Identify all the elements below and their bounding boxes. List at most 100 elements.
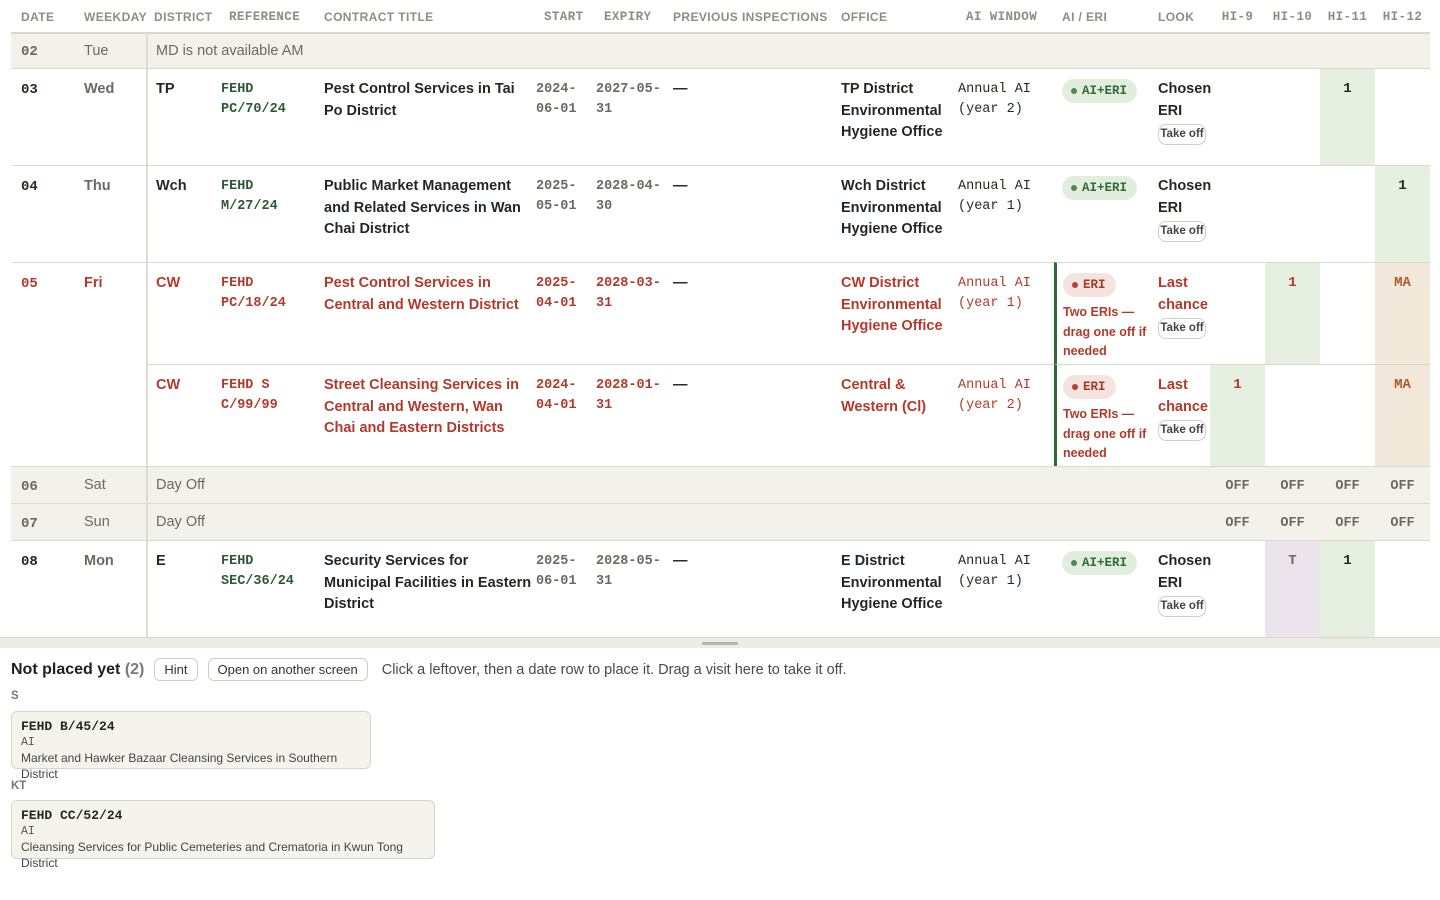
ai-eri-cell: ERI Two ERIs — drag one off if needed [1054, 262, 1150, 364]
col-header-weekday[interactable]: WEEKDAY [76, 0, 147, 34]
hi10-cell[interactable] [1265, 165, 1320, 262]
hi10-cell[interactable]: T [1265, 540, 1320, 637]
hi10-cell[interactable] [1265, 364, 1320, 466]
date-cell[interactable]: 06 [11, 466, 76, 503]
hi10-cell[interactable]: 1 [1265, 262, 1320, 364]
col-header-reference[interactable]: REFERENCE [221, 0, 316, 34]
weekday-cell: Sun [76, 503, 146, 540]
date-cell[interactable]: 05 [11, 262, 76, 466]
reference-cell[interactable]: FEHD SEC/36/24 [221, 540, 316, 637]
col-header-start[interactable]: START [536, 0, 596, 34]
col-header-ai-window[interactable]: AI WINDOW [958, 0, 1054, 34]
contract-title-cell: Street Cleansing Services in Central and… [316, 364, 536, 466]
panel-resize-splitter[interactable] [0, 637, 1440, 648]
hint-button[interactable]: Hint [154, 658, 198, 681]
col-header-hi12[interactable]: HI-12 [1375, 0, 1430, 34]
group-label-kt: KT [11, 780, 27, 792]
leftover-card[interactable]: FEHD B/45/24 AI Market and Hawker Bazaar… [11, 711, 371, 781]
col-header-ai-eri[interactable]: AI / ERI [1054, 0, 1150, 34]
hi9-cell[interactable] [1210, 68, 1265, 165]
office-cell: E District Environmental Hygiene Office [833, 540, 958, 637]
reference-cell[interactable]: FEHD PC/70/24 [221, 68, 316, 165]
hi12-off: OFF [1375, 503, 1430, 540]
hi12-cell[interactable]: MA [1375, 262, 1430, 364]
expiry-cell: 2028-03-31 [596, 262, 665, 364]
hi12-off: OFF [1375, 466, 1430, 503]
hi11-cell[interactable]: 1 [1320, 540, 1375, 637]
leftover-reference: FEHD B/45/24 [21, 719, 115, 734]
weekday-cell: Wed [76, 68, 146, 165]
hi12-cell[interactable]: 1 [1375, 165, 1430, 262]
col-header-previous-inspections[interactable]: PREVIOUS INSPECTIONS [665, 0, 833, 34]
badge-label: ERI [1083, 278, 1106, 292]
start-cell: 2025-04-01 [536, 262, 596, 364]
take-off-button[interactable]: Take off [1158, 420, 1206, 441]
col-header-look[interactable]: LOOK [1150, 0, 1210, 34]
date-cell[interactable]: 03 [11, 68, 76, 165]
ai-window-cell: Annual AI (year 1) [958, 540, 1054, 637]
date-cell[interactable]: 07 [11, 503, 76, 540]
panel-count: (2) [124, 660, 145, 678]
expiry-cell: 2028-01-31 [596, 364, 665, 466]
hi9-cell[interactable]: 1 [1210, 364, 1265, 466]
hi11-off: OFF [1320, 466, 1375, 503]
look-cell: Chosen ERI Take off [1150, 68, 1211, 165]
leftover-reference: FEHD CC/52/24 [21, 808, 123, 823]
hi11-cell[interactable]: 1 [1320, 68, 1375, 165]
hi11-cell[interactable] [1320, 165, 1375, 262]
leftover-title: Cleansing Services for Public Cemeteries… [21, 840, 403, 870]
reference-cell[interactable]: FEHD PC/18/24 [221, 262, 316, 364]
drag-handle-icon[interactable] [702, 642, 738, 645]
district-cell: Wch [146, 165, 221, 262]
col-header-contract-title[interactable]: CONTRACT TITLE [316, 0, 536, 34]
weekday-cell: Fri [76, 262, 146, 466]
badge-label: ERI [1083, 380, 1106, 394]
reference-cell[interactable]: FEHD M/27/24 [221, 165, 316, 262]
previous-inspections-cell: — [665, 68, 833, 165]
take-off-button[interactable]: Take off [1158, 318, 1206, 339]
date-cell[interactable]: 04 [11, 165, 76, 262]
col-header-hi10[interactable]: HI-10 [1265, 0, 1320, 34]
contract-title-cell: Security Services for Municipal Faciliti… [316, 540, 536, 637]
reference-cell[interactable]: FEHD S C/99/99 [221, 364, 316, 466]
weekday-cell: Tue [76, 34, 146, 68]
take-off-button[interactable]: Take off [1158, 596, 1206, 617]
col-header-hi11[interactable]: HI-11 [1320, 0, 1375, 34]
look-cell: Last chance Take off [1150, 364, 1210, 466]
col-header-office[interactable]: OFFICE [833, 0, 958, 34]
hi10-cell[interactable] [1265, 68, 1320, 165]
status-dot-icon [1071, 88, 1077, 94]
leftover-card[interactable]: FEHD CC/52/24 AI Cleansing Services for … [11, 800, 435, 870]
hi12-cell[interactable] [1375, 540, 1430, 637]
hi12-cell[interactable]: MA [1375, 364, 1430, 466]
look-label: Last chance [1158, 275, 1208, 313]
group-label-s: S [11, 690, 19, 702]
hi12-cell[interactable] [1375, 68, 1430, 165]
ai-window-cell: Annual AI (year 1) [958, 165, 1054, 262]
open-another-screen-button[interactable]: Open on another screen [207, 658, 368, 681]
two-eri-warning: Two ERIs — drag one off if needed [1063, 407, 1147, 460]
date-cell[interactable]: 08 [11, 540, 76, 637]
take-off-button[interactable]: Take off [1158, 124, 1206, 145]
schedule-table: DATE WEEKDAY DISTRICT REFERENCE CONTRACT… [0, 0, 1440, 637]
hi11-cell[interactable] [1320, 262, 1375, 364]
hi9-cell[interactable] [1210, 165, 1265, 262]
hi9-cell[interactable] [1210, 262, 1265, 364]
ai-eri-cell: ERI Two ERIs — drag one off if needed [1054, 364, 1150, 466]
hi9-cell[interactable] [1210, 540, 1265, 637]
col-header-expiry[interactable]: EXPIRY [596, 0, 665, 34]
date-cell[interactable]: 02 [11, 34, 76, 68]
col-header-district[interactable]: DISTRICT [146, 0, 221, 34]
hi9-off: OFF [1210, 466, 1265, 503]
weekday-cell: Mon [76, 540, 146, 637]
eri-badge: ERI [1063, 375, 1116, 399]
col-header-date[interactable]: DATE [11, 0, 76, 34]
day-off-note: Day Off [146, 503, 1210, 540]
hi11-cell[interactable] [1320, 364, 1375, 466]
take-off-button[interactable]: Take off [1158, 221, 1206, 242]
status-dot-icon [1071, 560, 1077, 566]
look-cell: Chosen ERI Take off [1150, 540, 1211, 637]
eri-badge: ERI [1063, 273, 1116, 297]
schedule-grid: DATE WEEKDAY DISTRICT REFERENCE CONTRACT… [11, 0, 1430, 637]
col-header-hi9[interactable]: HI-9 [1210, 0, 1265, 34]
